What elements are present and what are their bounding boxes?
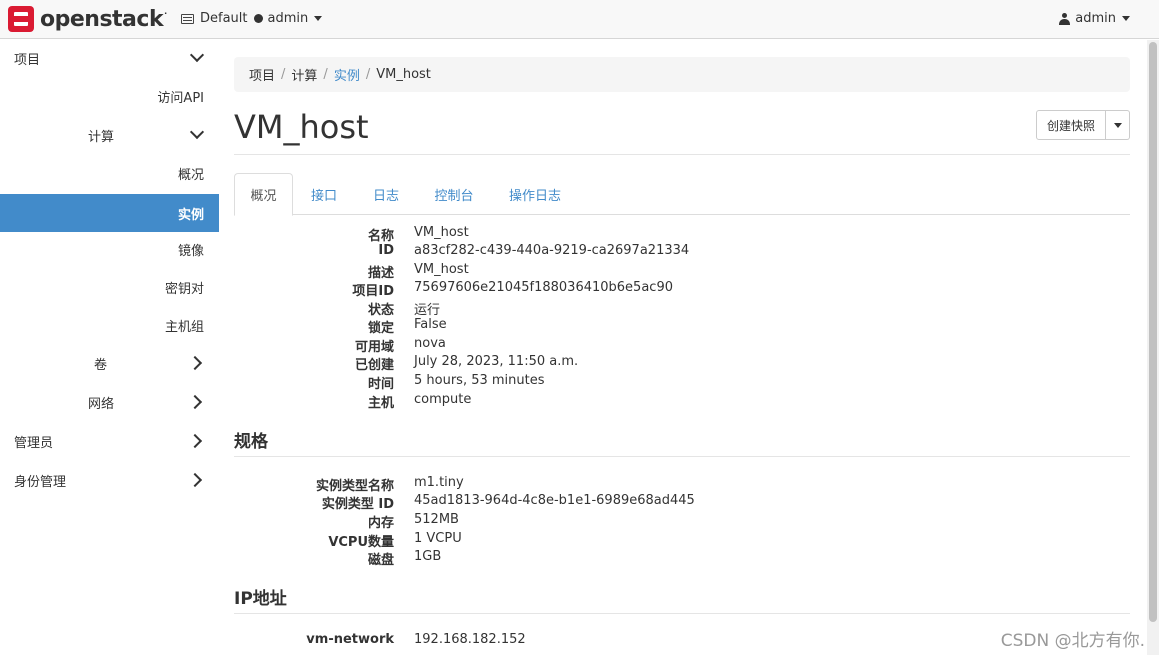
overview-row: 锁定 False [367, 317, 447, 336]
breadcrumb-instances-link[interactable]: 实例 [334, 65, 360, 84]
sidebar-item-label: 身份管理 [14, 474, 67, 490]
sidebar-item-label: 镜像 [177, 243, 204, 259]
tab-interfaces[interactable]: 接口 [301, 173, 347, 215]
overview-row: 已创建 July 28, 2023, 11:50 a.m. [354, 354, 579, 373]
caret-down-icon [1113, 122, 1122, 128]
breadcrumb-project[interactable]: 项目 [249, 65, 275, 84]
sidebar-item-label: 密钥对 [164, 281, 204, 297]
chevron-right-icon [187, 433, 203, 449]
flavor-row: VCPU数量 1 VCPU [328, 531, 462, 550]
sidebar-item-label: 主机组 [164, 319, 204, 335]
project-context-dropdown[interactable]: Default admin [181, 11, 323, 26]
scrollbar-thumb[interactable] [1149, 42, 1157, 622]
openstack-logo-icon [8, 6, 34, 32]
caret-down-icon [1122, 16, 1130, 21]
sidebar-item-label: 计算 [88, 129, 115, 145]
overview-row: 描述 VM_host [367, 262, 469, 281]
overview-row: 可用域 nova [354, 336, 446, 355]
sidebar-item-label: 访问API [157, 90, 204, 106]
chevron-right-icon [187, 355, 203, 371]
overview-row: 主机 compute [367, 392, 472, 411]
sidebar-item-api-access[interactable]: 访问API [0, 77, 219, 115]
separator-dot-icon [253, 14, 263, 23]
sidebar-item-label: 卷 [94, 357, 108, 373]
flavor-row: 实例类型 ID 45ad1813-964d-4c8e-b1e1-6989e68ad… [321, 493, 695, 512]
actions-dropdown-toggle[interactable] [1106, 110, 1131, 140]
tab-action-log[interactable]: 操作日志 [500, 173, 570, 215]
breadcrumb: 项目 / 计算 / 实例 / VM_host [234, 57, 1130, 92]
watermark: CSDN @北方有你. [1000, 631, 1145, 651]
section-divider [234, 613, 1130, 614]
flavor-row: 磁盘 1GB [367, 549, 442, 568]
tab-console[interactable]: 控制台 [426, 173, 482, 215]
flavor-heading: 规格 [234, 432, 268, 452]
sidebar-item-label: 管理员 [14, 435, 54, 451]
project-label: admin [267, 11, 309, 26]
user-icon [1059, 12, 1071, 25]
sidebar-item-label: 概况 [177, 167, 204, 183]
ip-row: vm-network 192.168.182.152 [306, 632, 526, 647]
sidebar: 项目 访问API 计算 概况 实例 镜像 密钥对 主机组 卷 网络 管理员 身份… [0, 39, 219, 655]
chevron-right-icon [187, 394, 203, 410]
breadcrumb-compute[interactable]: 计算 [291, 65, 317, 84]
sidebar-item-label: 项目 [14, 52, 41, 68]
sidebar-item-compute[interactable]: 计算 [0, 116, 219, 154]
chevron-down-icon [189, 47, 205, 63]
sidebar-item-volumes[interactable]: 卷 [0, 344, 219, 382]
sidebar-item-instances[interactable]: 实例 [0, 194, 219, 232]
sidebar-item-label: 网络 [88, 396, 115, 412]
chevron-down-icon [189, 124, 205, 140]
section-divider [234, 456, 1130, 457]
breadcrumb-current: VM_host [376, 67, 431, 82]
overview-row: 名称 VM_host [367, 225, 469, 244]
overview-row: 状态 运行 [367, 303, 441, 318]
sidebar-item-network[interactable]: 网络 [0, 383, 219, 421]
page-scrollbar[interactable] [1147, 40, 1159, 655]
openstack-logo[interactable]: openstack. [8, 6, 167, 32]
top-navbar: openstack. Default admin admin [0, 0, 1159, 39]
tab-overview[interactable]: 概况 [234, 173, 293, 216]
flavor-row: 实例类型名称 m1.tiny [315, 475, 464, 494]
title-divider [234, 154, 1130, 155]
logo-text: openstack. [40, 6, 167, 32]
domain-icon [181, 13, 194, 24]
caret-down-icon [314, 16, 323, 21]
overview-row: 项目ID 75697606e21045f188036410b6e5ac90 [352, 280, 673, 299]
sidebar-item-images[interactable]: 镜像 [0, 230, 219, 268]
chevron-right-icon [187, 472, 203, 488]
user-menu-dropdown[interactable]: admin [1059, 11, 1130, 26]
user-label: admin [1075, 11, 1116, 26]
sidebar-item-overview[interactable]: 概况 [0, 154, 219, 192]
page-title: VM_host [234, 108, 369, 146]
sidebar-item-keypairs[interactable]: 密钥对 [0, 268, 219, 306]
domain-label: Default [200, 11, 248, 26]
sidebar-item-server-groups[interactable]: 主机组 [0, 306, 219, 344]
create-snapshot-button[interactable]: 创建快照 [1036, 110, 1107, 140]
snapshot-button-group: 创建快照 [1036, 110, 1131, 140]
sidebar-item-admin[interactable]: 管理员 [0, 422, 219, 460]
sidebar-item-identity[interactable]: 身份管理 [0, 461, 219, 499]
tab-log[interactable]: 日志 [364, 173, 408, 215]
sidebar-item-project[interactable]: 项目 [0, 39, 219, 77]
detail-tabs: 概况 接口 日志 控制台 操作日志 [234, 173, 1130, 216]
sidebar-item-label: 实例 [177, 207, 204, 223]
overview-row: ID a83cf282-c439-440a-9219-ca2697a21334 [378, 243, 690, 258]
ip-heading: IP地址 [234, 589, 287, 609]
flavor-row: 内存 512MB [367, 512, 459, 531]
overview-row: 时间 5 hours, 53 minutes [367, 373, 545, 392]
